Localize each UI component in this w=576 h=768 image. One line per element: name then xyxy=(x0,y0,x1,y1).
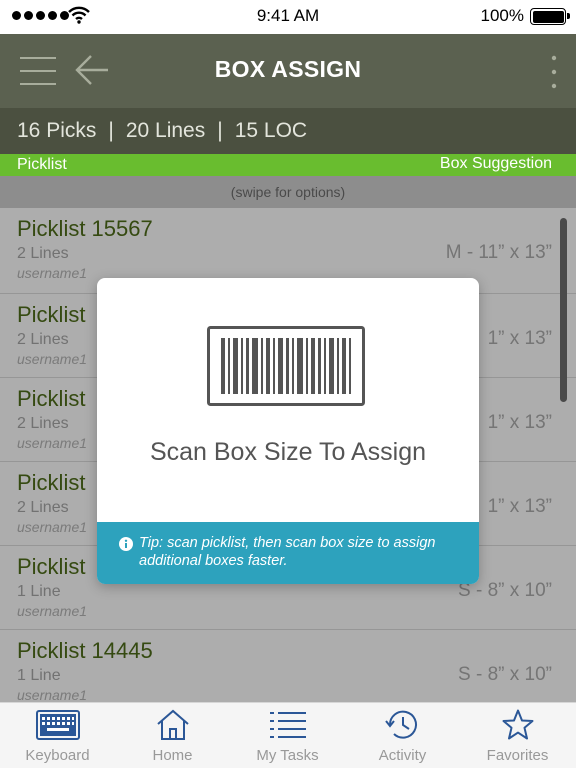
keyboard-icon xyxy=(36,710,80,740)
barcode-icon xyxy=(207,326,365,406)
battery-icon xyxy=(530,8,570,25)
tab-keyboard[interactable]: Keyboard xyxy=(0,703,115,768)
column-header-picklist: Picklist xyxy=(17,156,67,173)
tab-my-tasks[interactable]: My Tasks xyxy=(230,703,345,768)
status-bar: 9:41 AM 100% xyxy=(0,0,576,34)
page-title: BOX ASSIGN xyxy=(214,56,362,82)
more-vertical-icon[interactable] xyxy=(548,54,560,90)
picks-count: 16 Picks xyxy=(17,119,97,142)
info-icon xyxy=(119,537,133,551)
tip-banner: Tip: scan picklist, then scan box size t… xyxy=(97,522,479,584)
tab-label: My Tasks xyxy=(256,747,319,764)
column-header-box-suggestion: Box Suggestion xyxy=(439,155,552,172)
scan-box-modal: Scan Box Size To Assign Tip: scan pickli… xyxy=(97,278,479,584)
scan-instruction: Scan Box Size To Assign xyxy=(149,438,427,466)
list-icon xyxy=(270,712,306,738)
battery-percentage: 100% xyxy=(480,6,524,25)
tab-label: Favorites xyxy=(486,747,549,764)
tab-activity[interactable]: Activity xyxy=(345,703,460,768)
home-icon xyxy=(157,709,189,740)
star-icon xyxy=(502,709,534,740)
loc-count: 15 LOC xyxy=(234,119,308,142)
tab-label: Keyboard xyxy=(25,747,90,764)
column-header-bar: Picklist Box Suggestion xyxy=(0,154,576,176)
app-header: BOX ASSIGN xyxy=(0,34,576,108)
tip-text: Tip: scan picklist, then scan box size t… xyxy=(139,535,436,569)
clock-history-icon xyxy=(385,710,417,739)
bottom-tab-bar: Keyboard Home My Tasks Activity Favorite… xyxy=(0,702,576,768)
summary-stats-bar: 16 Picks | 20 Lines | 15 LOC xyxy=(0,108,576,154)
tab-home[interactable]: Home xyxy=(115,703,230,768)
tab-label: Activity xyxy=(378,747,427,764)
tab-favorites[interactable]: Favorites xyxy=(460,703,576,768)
lines-count: 20 Lines xyxy=(125,119,206,142)
tab-label: Home xyxy=(152,747,193,764)
stats-separator: | xyxy=(108,119,114,142)
stats-separator: | xyxy=(217,119,223,142)
